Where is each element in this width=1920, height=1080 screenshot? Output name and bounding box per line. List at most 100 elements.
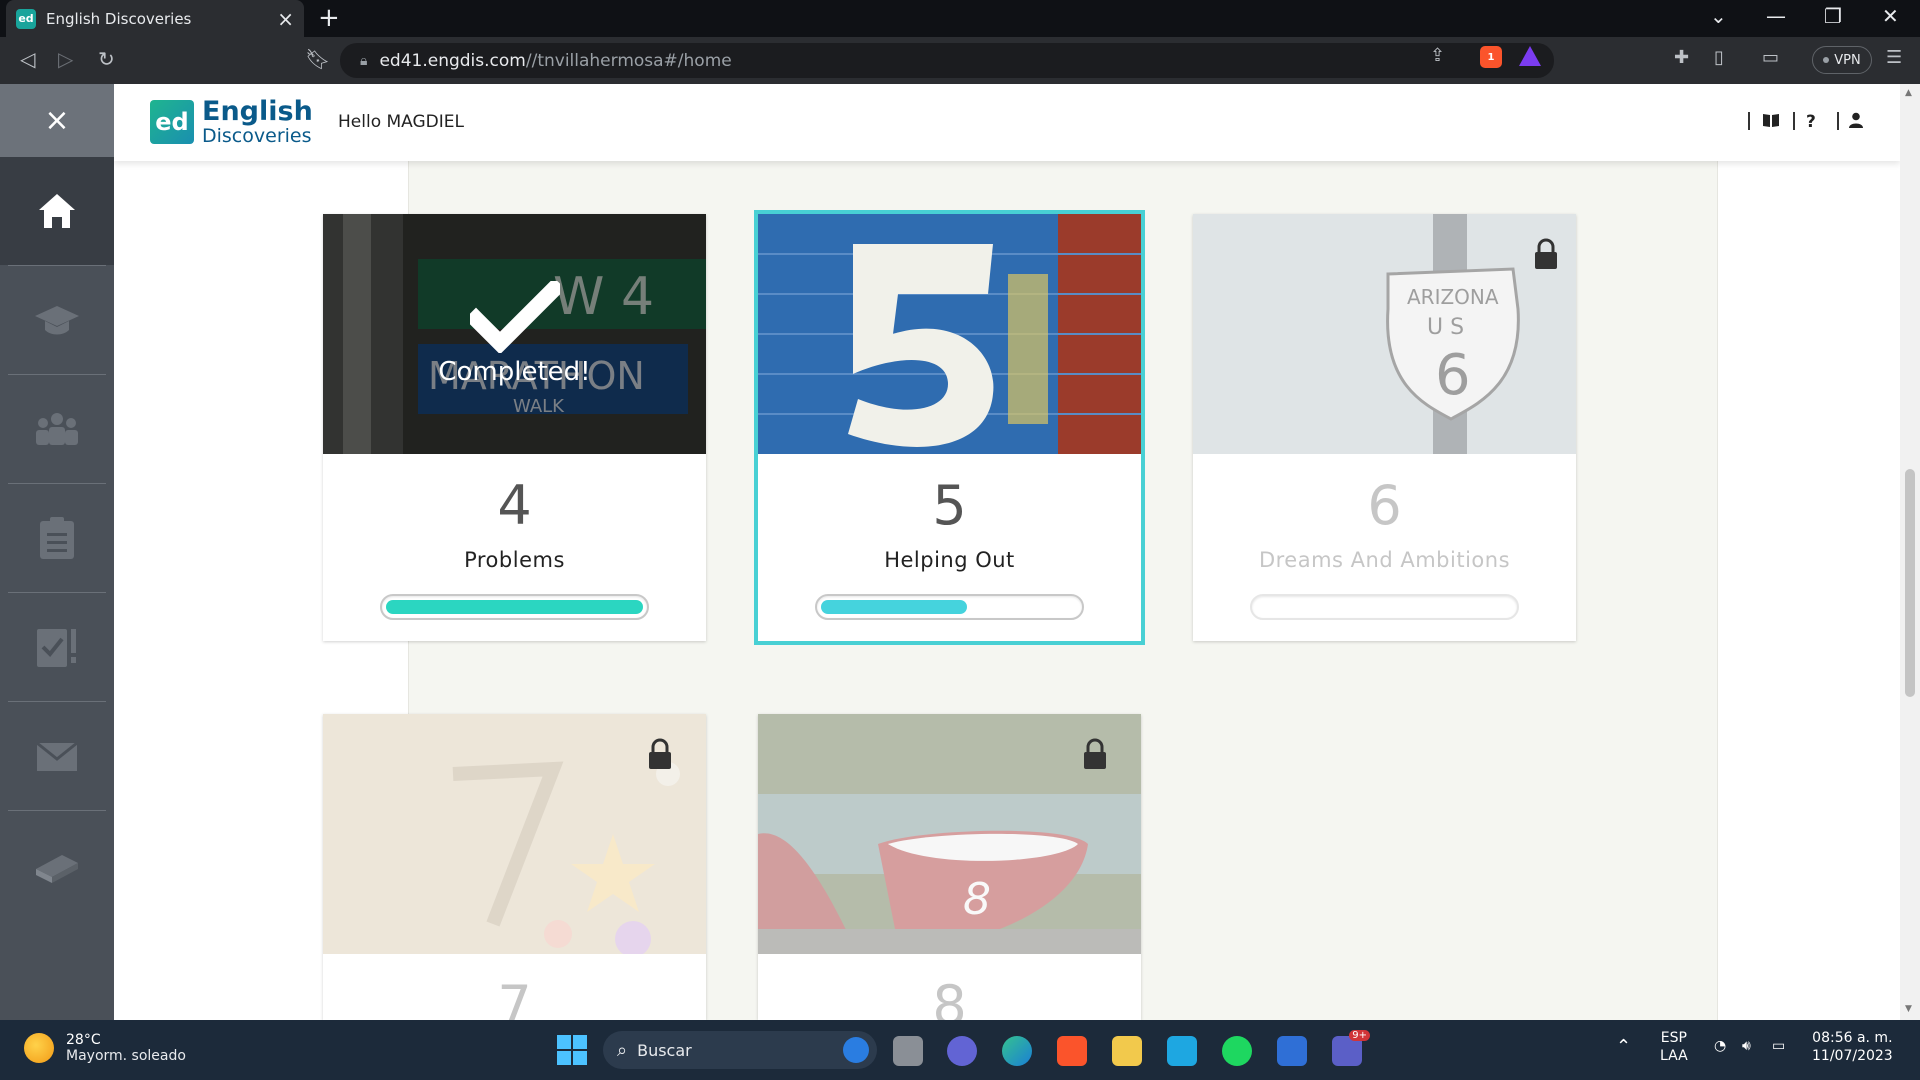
battery-icon[interactable]: ▭: [1772, 1038, 1785, 1056]
app-l-icon[interactable]: [1167, 1036, 1197, 1066]
meet-chat-icon[interactable]: [947, 1036, 977, 1066]
input-language-indicator[interactable]: ESP LAA: [1660, 1030, 1688, 1065]
unit-card-8[interactable]: 8 8: [758, 714, 1141, 1020]
tab-favicon-icon: ed: [16, 8, 36, 29]
forward-button[interactable]: ▷: [58, 47, 73, 71]
user-icon[interactable]: [1848, 112, 1864, 133]
restore-button[interactable]: ❐: [1824, 4, 1842, 28]
brave-rewards-icon[interactable]: [1519, 46, 1541, 66]
brave-shields-icon[interactable]: 1: [1480, 46, 1502, 68]
unit-card-6[interactable]: ARIZONA U S 6 6 Dreams And Ambitions: [1193, 214, 1576, 641]
graduation-cap-icon: [35, 306, 79, 335]
new-tab-button[interactable]: +: [318, 3, 340, 33]
secure-lock-icon: 🔒︎: [360, 52, 368, 69]
tab-search-chevron-icon[interactable]: ⌄: [1710, 4, 1727, 28]
os-taskbar: 28°C Mayorm. soleado ⌕ Buscar 9+ ⌃ ESP L…: [0, 1020, 1920, 1080]
unit-number: 8: [932, 974, 967, 1020]
sidebar-item-home[interactable]: [0, 157, 114, 265]
clock-date: 11/07/2023: [1812, 1047, 1893, 1064]
unit-progress-bar: [1250, 594, 1519, 620]
sidebar-item-assignments[interactable]: [0, 484, 114, 592]
unit-image: ARIZONA U S 6: [1193, 214, 1576, 454]
unit-title: Dreams And Ambitions: [1258, 548, 1511, 572]
page-viewport: W 4 MARATHON WALK Completed! 4 Problems: [0, 84, 1920, 1020]
unit-number: 6: [1367, 474, 1402, 537]
sidebar-item-courses[interactable]: [0, 266, 114, 374]
unit-image: W 4 MARATHON WALK Completed!: [323, 214, 706, 454]
file-explorer-icon[interactable]: [1112, 1036, 1142, 1066]
back-button[interactable]: ◁: [20, 47, 35, 71]
edge-browser-icon[interactable]: [1002, 1036, 1032, 1066]
unit-progress-fill: [821, 600, 967, 614]
browser-tab-strip: ed English Discoveries × + ⌄ — ❐ ✕: [0, 0, 1920, 37]
window-close-button[interactable]: ✕: [1882, 4, 1899, 28]
bing-icon[interactable]: [843, 1037, 869, 1063]
sidebar-item-tests[interactable]: [0, 593, 114, 701]
browser-tab[interactable]: ed English Discoveries ×: [6, 0, 304, 37]
home-icon: [39, 194, 75, 228]
task-view-icon[interactable]: [893, 1036, 923, 1066]
header-divider: [1748, 112, 1750, 130]
address-bar[interactable]: 🔒︎ ed41.engdis.com //tnvillahermosa#/hom…: [340, 43, 1554, 78]
windows-start-icon[interactable]: [556, 1034, 588, 1066]
scroll-up-arrow-icon[interactable]: ▲: [1905, 88, 1912, 98]
extensions-icon[interactable]: ✚: [1674, 47, 1689, 68]
unit-progress-fill: [386, 600, 643, 614]
book-icon[interactable]: [1762, 112, 1780, 133]
weather-widget[interactable]: 28°C Mayorm. soleado: [24, 1032, 186, 1064]
lock-icon: [1535, 238, 1557, 269]
scrollbar-thumb[interactable]: [1905, 469, 1915, 697]
svg-text:6: 6: [1435, 343, 1471, 408]
brave-browser-icon[interactable]: [1057, 1036, 1087, 1066]
wifi-icon[interactable]: ◔: [1714, 1038, 1726, 1056]
unit-card-7[interactable]: 7: [323, 714, 706, 1020]
page-scrollbar[interactable]: ▲ ▼: [1900, 84, 1920, 1020]
share-icon[interactable]: ⇪: [1430, 45, 1445, 66]
sidebar-item-messages[interactable]: [0, 702, 114, 810]
tab-close-icon[interactable]: ×: [277, 7, 294, 31]
checkmark-icon: [469, 281, 560, 353]
weather-description: Mayorm. soleado: [66, 1048, 186, 1064]
weather-temperature: 28°C: [66, 1032, 101, 1048]
svg-text:ARIZONA: ARIZONA: [1407, 285, 1499, 309]
teams-icon[interactable]: 9+: [1332, 1030, 1370, 1066]
logo-line-1: English: [202, 96, 313, 127]
reload-button[interactable]: ↻: [98, 47, 115, 71]
volume-icon[interactable]: 🔊︎: [1742, 1038, 1751, 1056]
unit-card-5[interactable]: 5 Helping Out: [754, 210, 1145, 645]
wallet-icon[interactable]: ▭: [1762, 47, 1779, 68]
menu-icon[interactable]: ☰: [1886, 47, 1902, 68]
sidebar-item-community[interactable]: [0, 375, 114, 483]
unit-image: [758, 214, 1141, 454]
partly-sunny-icon: [24, 1033, 54, 1063]
test-check-icon: [37, 629, 76, 667]
sidebar-item-library[interactable]: [0, 811, 114, 919]
unit-number: 5: [932, 474, 967, 537]
users-icon: [36, 413, 78, 445]
lock-icon: [649, 738, 671, 769]
unit-card-4[interactable]: W 4 MARATHON WALK Completed! 4 Problems: [323, 214, 706, 641]
svg-text:U S: U S: [1427, 315, 1464, 340]
browser-toolbar: ◁ ▷ ↻ 🔖︎ 🔒︎ ed41.engdis.com //tnvillaher…: [0, 37, 1920, 84]
book-stack-icon: [36, 855, 78, 883]
show-hidden-icons-chevron-icon[interactable]: ⌃: [1616, 1036, 1631, 1059]
powershell-icon[interactable]: [1277, 1036, 1307, 1066]
spotify-icon[interactable]: [1222, 1036, 1252, 1066]
minimize-button[interactable]: —: [1766, 4, 1786, 28]
sidebar-close-button[interactable]: ×: [0, 84, 114, 157]
unit-progress-bar: [815, 594, 1084, 620]
taskbar-search[interactable]: ⌕ Buscar: [603, 1031, 877, 1069]
bookmark-icon[interactable]: 🔖︎: [305, 47, 330, 71]
header-divider: [1793, 112, 1795, 130]
teams-notification-badge: 9+: [1349, 1030, 1370, 1041]
url-path: //tnvillahermosa#/home: [525, 50, 732, 71]
sidebar-toggle-icon[interactable]: ▯: [1714, 47, 1724, 68]
clock[interactable]: 08:56 a. m. 11/07/2023: [1812, 1030, 1893, 1065]
english-discoveries-logo[interactable]: ed English Discoveries: [150, 98, 313, 146]
completed-label: Completed!: [438, 357, 591, 387]
vpn-button[interactable]: VPN: [1812, 46, 1872, 74]
help-icon[interactable]: ?: [1806, 112, 1816, 132]
scroll-down-arrow-icon[interactable]: ▼: [1905, 1004, 1912, 1014]
header-divider: [1837, 112, 1839, 130]
envelope-icon: [36, 741, 78, 771]
